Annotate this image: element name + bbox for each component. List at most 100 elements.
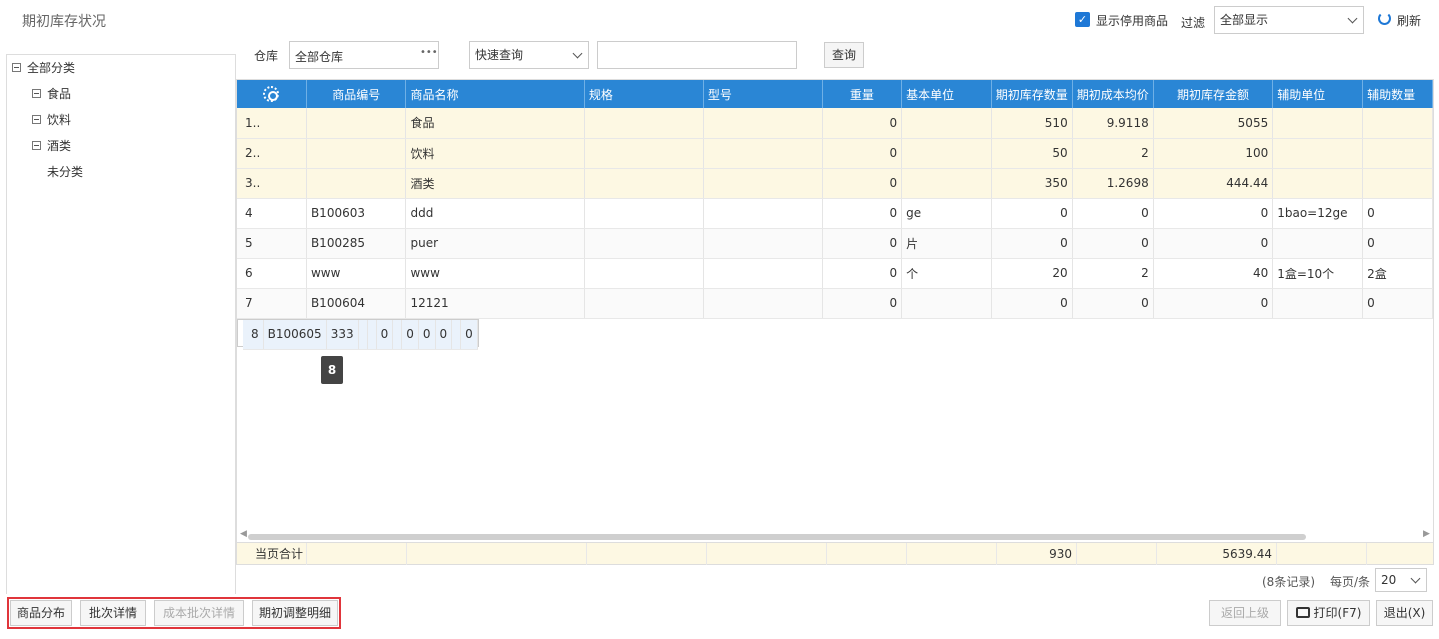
- column-header[interactable]: 商品名称: [405, 80, 585, 108]
- cell-no[interactable]: 4: [237, 198, 307, 229]
- cell-qty[interactable]: 0: [991, 228, 1073, 259]
- gear-icon[interactable]: [263, 86, 280, 102]
- cell-price[interactable]: 1.2698: [1072, 168, 1154, 199]
- cell-spec[interactable]: [584, 228, 704, 259]
- column-header[interactable]: 重量: [822, 80, 903, 108]
- cell-weight[interactable]: 0: [822, 138, 903, 169]
- collapse-icon[interactable]: [32, 89, 41, 98]
- cell-amount[interactable]: 40: [1153, 258, 1274, 289]
- cell-model[interactable]: [703, 198, 823, 229]
- cell-unit[interactable]: [392, 319, 403, 350]
- cell-unit[interactable]: 片: [901, 228, 992, 259]
- cell-code[interactable]: [306, 168, 407, 199]
- cell-model[interactable]: [367, 319, 377, 350]
- cell-unit[interactable]: [901, 108, 992, 139]
- search-input[interactable]: [597, 41, 797, 69]
- cell-qty[interactable]: 0: [401, 319, 419, 350]
- cell-spec[interactable]: [584, 198, 704, 229]
- cell-code[interactable]: B100603: [306, 198, 407, 229]
- cell-code[interactable]: [306, 108, 407, 139]
- cell-price[interactable]: 0: [1072, 198, 1154, 229]
- cell-aux-qty[interactable]: 0: [1362, 288, 1433, 319]
- cell-model[interactable]: [703, 108, 823, 139]
- cell-unit[interactable]: 个: [901, 258, 992, 289]
- cell-no[interactable]: 5: [237, 228, 307, 259]
- cost-batch-detail-button[interactable]: 成本批次详情: [154, 600, 244, 626]
- cell-price[interactable]: 0: [418, 319, 436, 350]
- cell-model[interactable]: [703, 168, 823, 199]
- tree-item-uncategorized[interactable]: 未分类: [47, 162, 83, 182]
- cell-spec[interactable]: [358, 319, 368, 350]
- table-row[interactable]: 4 B100603 ddd 0 ge 0 0 0 1bao=12ge 0: [237, 198, 1433, 229]
- cell-model[interactable]: [703, 258, 823, 289]
- cell-price[interactable]: 2: [1072, 138, 1154, 169]
- back-button[interactable]: 返回上级: [1209, 600, 1281, 626]
- table-row[interactable]: 3.. 酒类 0 350 1.2698 444.44: [237, 168, 1433, 199]
- cell-no[interactable]: 6: [237, 258, 307, 289]
- cell-unit[interactable]: [901, 288, 992, 319]
- cell-model[interactable]: [703, 288, 823, 319]
- cell-aux-qty[interactable]: 0: [1362, 228, 1433, 259]
- cell-aux-qty[interactable]: [1362, 138, 1433, 169]
- cell-name[interactable]: puer: [405, 228, 585, 259]
- table-row[interactable]: 8 B100605 333 0 0 0 0 0: [237, 318, 479, 350]
- cell-qty[interactable]: 0: [991, 288, 1073, 319]
- table-row[interactable]: 1.. 食品 0 510 9.9118 5055: [237, 108, 1433, 139]
- cell-amount[interactable]: 444.44: [1153, 168, 1274, 199]
- column-header[interactable]: 期初库存数量: [991, 80, 1073, 108]
- cell-spec[interactable]: [584, 258, 704, 289]
- cell-weight[interactable]: 0: [822, 258, 903, 289]
- cell-amount[interactable]: 0: [1153, 228, 1274, 259]
- cell-name[interactable]: 酒类: [405, 168, 585, 199]
- cell-aux-unit[interactable]: [1272, 168, 1364, 199]
- show-disabled-checkbox[interactable]: ✓: [1075, 12, 1090, 27]
- print-button[interactable]: 打印(F7): [1287, 600, 1370, 626]
- collapse-icon[interactable]: [32, 115, 41, 124]
- cell-aux-qty[interactable]: [1362, 108, 1433, 139]
- cell-weight[interactable]: 0: [822, 228, 903, 259]
- column-header[interactable]: 基本单位: [901, 80, 992, 108]
- cell-no[interactable]: 3..: [237, 168, 307, 199]
- cell-price[interactable]: 2: [1072, 258, 1154, 289]
- scroll-left-icon[interactable]: ◀: [240, 529, 247, 539]
- cell-qty[interactable]: 510: [991, 108, 1073, 139]
- cell-name[interactable]: www: [405, 258, 585, 289]
- cell-weight[interactable]: 0: [822, 198, 903, 229]
- cell-name[interactable]: 333: [326, 319, 359, 350]
- cell-aux-qty[interactable]: [1362, 168, 1433, 199]
- column-settings[interactable]: [237, 80, 307, 108]
- cell-price[interactable]: 9.9118: [1072, 108, 1154, 139]
- cell-aux-unit[interactable]: [1272, 138, 1364, 169]
- cell-aux-qty[interactable]: 0: [1362, 198, 1433, 229]
- cell-aux-unit[interactable]: 1bao=12ge: [1272, 198, 1364, 229]
- cell-spec[interactable]: [584, 108, 704, 139]
- cell-spec[interactable]: [584, 288, 704, 319]
- quick-query-select[interactable]: 快速查询: [469, 41, 589, 69]
- column-header[interactable]: 辅助单位: [1272, 80, 1364, 108]
- cell-no[interactable]: 2..: [237, 138, 307, 169]
- cell-aux-unit[interactable]: [1272, 288, 1364, 319]
- cell-weight[interactable]: 0: [822, 108, 903, 139]
- ellipsis-icon[interactable]: •••: [420, 47, 438, 58]
- cell-code[interactable]: B100604: [306, 288, 407, 319]
- cell-aux-qty[interactable]: 2盒: [1362, 258, 1433, 289]
- cell-aux-qty[interactable]: 0: [460, 319, 478, 350]
- column-header[interactable]: 型号: [703, 80, 823, 108]
- cell-weight[interactable]: 0: [376, 319, 394, 350]
- cell-code[interactable]: [306, 138, 407, 169]
- cell-qty[interactable]: 50: [991, 138, 1073, 169]
- column-header[interactable]: 辅助数量: [1362, 80, 1433, 108]
- table-row[interactable]: 6 www www 0 个 20 2 40 1盒=10个 2盒: [237, 258, 1433, 289]
- cell-aux-unit[interactable]: [1272, 108, 1364, 139]
- warehouse-select[interactable]: 全部仓库 •••: [289, 41, 439, 69]
- cell-spec[interactable]: [584, 168, 704, 199]
- cell-amount[interactable]: 0: [435, 319, 453, 350]
- cell-code[interactable]: B100285: [306, 228, 407, 259]
- scroll-right-icon[interactable]: ▶: [1423, 529, 1430, 539]
- collapse-icon[interactable]: [32, 141, 41, 150]
- cell-name[interactable]: 饮料: [405, 138, 585, 169]
- cell-code[interactable]: www: [306, 258, 407, 289]
- cell-code[interactable]: B100605: [263, 319, 327, 350]
- cell-model[interactable]: [703, 138, 823, 169]
- cell-amount[interactable]: 0: [1153, 288, 1274, 319]
